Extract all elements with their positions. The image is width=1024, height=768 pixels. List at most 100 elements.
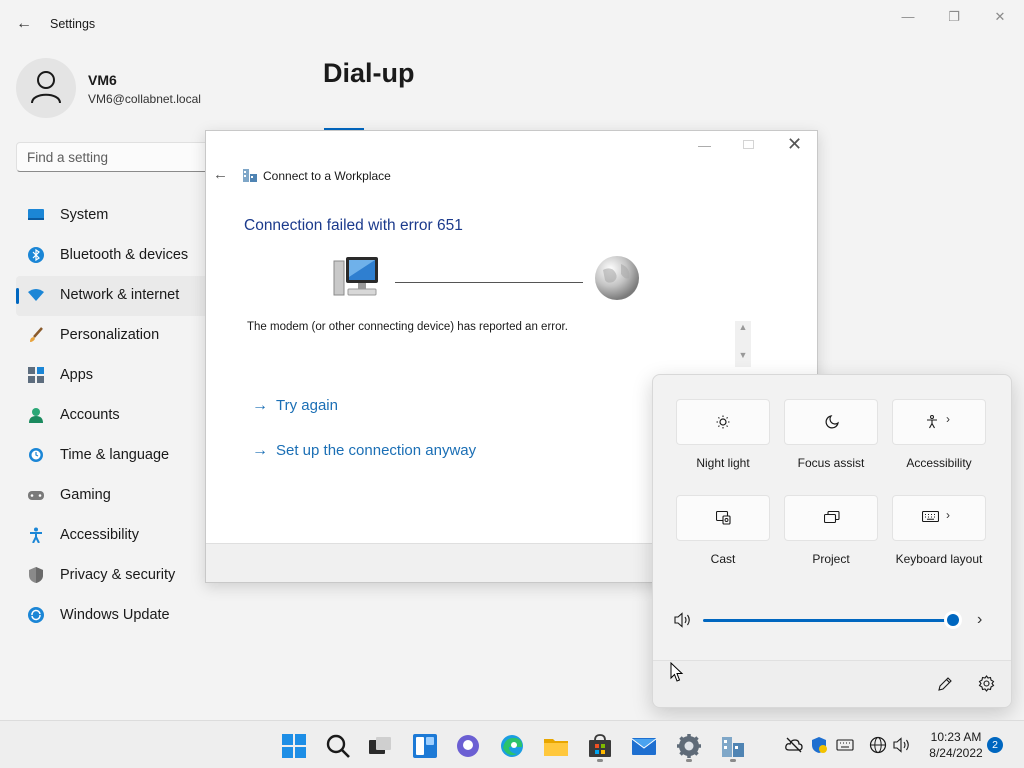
minimize-button[interactable]: —: [894, 8, 922, 26]
cast-icon: [716, 511, 731, 525]
focus-assist-icon: [825, 415, 839, 429]
dialog-back-button[interactable]: ←: [213, 166, 228, 183]
pencil-icon[interactable]: [937, 676, 953, 692]
scroll-down-arrow-icon[interactable]: ▼: [735, 350, 751, 366]
accessibility-tile[interactable]: ›: [892, 399, 986, 445]
chevron-right-icon: ›: [946, 508, 950, 522]
sidebar-item-label: Bluetooth & devices: [60, 247, 189, 263]
accounts-icon: [29, 408, 43, 423]
workplace-network-icon: [243, 169, 257, 182]
cloud-offline-icon[interactable]: [785, 736, 803, 754]
sidebar-item-apps[interactable]: Apps: [16, 356, 216, 396]
project-icon: [824, 511, 840, 523]
sidebar-item-windows-update[interactable]: Windows Update: [16, 596, 216, 636]
running-indicator: [730, 759, 736, 762]
time-language-icon: [29, 448, 43, 462]
taskbar: 10:23 AM 8/24/2022 2: [0, 720, 1024, 768]
search-icon[interactable]: [325, 733, 351, 759]
app-title: Settings: [50, 17, 96, 31]
clock-time[interactable]: 10:23 AM: [924, 730, 988, 744]
gear-icon[interactable]: [978, 675, 995, 692]
sidebar-item-personalization[interactable]: Personalization: [16, 316, 216, 356]
user-email: VM6@collabnet.local: [88, 92, 201, 106]
notification-badge[interactable]: 2: [987, 737, 1003, 753]
sidebar-item-label: Accounts: [60, 407, 120, 423]
dialog-minimize-button[interactable]: —: [698, 138, 712, 153]
sidebar-item-label: Accessibility: [60, 527, 139, 543]
dialog-close-button[interactable]: ✕: [787, 134, 805, 155]
clock-date[interactable]: 8/24/2022: [920, 746, 992, 760]
project-tile[interactable]: [784, 495, 878, 541]
avatar: [16, 58, 76, 118]
night-light-tile[interactable]: [676, 399, 770, 445]
flyout-footer: [653, 660, 1011, 707]
task-view-icon[interactable]: [367, 733, 393, 759]
back-button[interactable]: ←: [14, 14, 34, 34]
page-title: Dial-up: [323, 58, 415, 88]
sidebar-item-system[interactable]: System: [16, 196, 216, 236]
settings-gear-icon[interactable]: [676, 733, 702, 759]
setup-anyway-link[interactable]: → Set up the connection anyway: [252, 442, 476, 460]
gaming-icon: [28, 491, 44, 500]
widgets-icon[interactable]: [412, 733, 438, 759]
volume-slider-track[interactable]: [703, 619, 953, 622]
dialog-title: Connect to a Workplace: [263, 169, 391, 183]
keyboard-tray-icon[interactable]: [836, 736, 854, 754]
sidebar-item-label: Network & internet: [60, 287, 180, 303]
running-indicator: [686, 759, 692, 762]
keyboard-icon: [922, 511, 939, 522]
chevron-right-icon: ›: [946, 412, 950, 426]
file-explorer-icon[interactable]: [543, 733, 569, 759]
sidebar-item-label: Apps: [60, 367, 94, 383]
edge-icon[interactable]: [499, 733, 525, 759]
user-profile: VM6 VM6@collabnet.local: [16, 58, 276, 118]
sidebar-item-time-language[interactable]: Time & language: [16, 436, 216, 476]
focus-assist-tile[interactable]: [784, 399, 878, 445]
sidebar-nav: System Bluetooth & devices Network & int…: [16, 196, 216, 636]
quick-settings-flyout: Night light Focus assist › Accessibility…: [652, 374, 1012, 708]
sidebar-item-accounts[interactable]: Accounts: [16, 396, 216, 436]
globe-network-icon[interactable]: [869, 736, 887, 754]
volume-slider-thumb[interactable]: [947, 614, 959, 626]
store-icon[interactable]: [587, 733, 613, 759]
accessibility-icon: [30, 527, 42, 543]
volume-icon[interactable]: [674, 612, 692, 628]
keyboard-layout-label: Keyboard layout: [895, 552, 983, 566]
chat-icon[interactable]: [455, 733, 481, 759]
sidebar-item-accessibility[interactable]: Accessibility: [16, 516, 216, 556]
mouse-cursor-icon: [670, 662, 684, 682]
sidebar-item-bluetooth[interactable]: Bluetooth & devices: [16, 236, 216, 276]
scroll-up-arrow-icon[interactable]: ▲: [735, 322, 751, 338]
error-message: The modem (or other connecting device) h…: [247, 321, 568, 333]
cast-tile[interactable]: [676, 495, 770, 541]
audio-output-chevron-icon[interactable]: ›: [977, 611, 982, 629]
sidebar-item-gaming[interactable]: Gaming: [16, 476, 216, 516]
windows-update-icon: [28, 607, 44, 623]
sidebar-item-label: Personalization: [60, 327, 160, 343]
night-light-label: Night light: [696, 456, 750, 470]
focus-assist-label: Focus assist: [797, 456, 865, 470]
maximize-button[interactable]: ❐: [940, 8, 968, 26]
computer-icon: [333, 257, 378, 296]
error-heading: Connection failed with error 651: [244, 217, 463, 234]
mail-icon[interactable]: [631, 733, 657, 759]
cast-label: Cast: [710, 552, 736, 566]
shield-icon: [29, 567, 43, 583]
keyboard-layout-tile[interactable]: ›: [892, 495, 986, 541]
night-light-icon: [716, 415, 730, 429]
network-connections-icon[interactable]: [720, 733, 746, 759]
sidebar-item-label: Windows Update: [60, 607, 170, 623]
security-shield-icon[interactable]: [810, 736, 828, 754]
person-icon: [31, 71, 61, 104]
bluetooth-icon: [28, 247, 44, 263]
sidebar-item-label: Time & language: [60, 447, 170, 463]
speaker-icon[interactable]: [893, 736, 911, 754]
sidebar-item-label: Privacy & security: [60, 567, 176, 583]
sidebar-item-privacy[interactable]: Privacy & security: [16, 556, 216, 596]
user-name: VM6: [88, 72, 117, 88]
dialog-maximize-button: [743, 140, 754, 149]
sidebar-item-network[interactable]: Network & internet: [16, 276, 216, 316]
try-again-link[interactable]: → Try again: [252, 397, 338, 415]
start-icon[interactable]: [281, 733, 307, 759]
close-button[interactable]: ✕: [986, 8, 1014, 26]
